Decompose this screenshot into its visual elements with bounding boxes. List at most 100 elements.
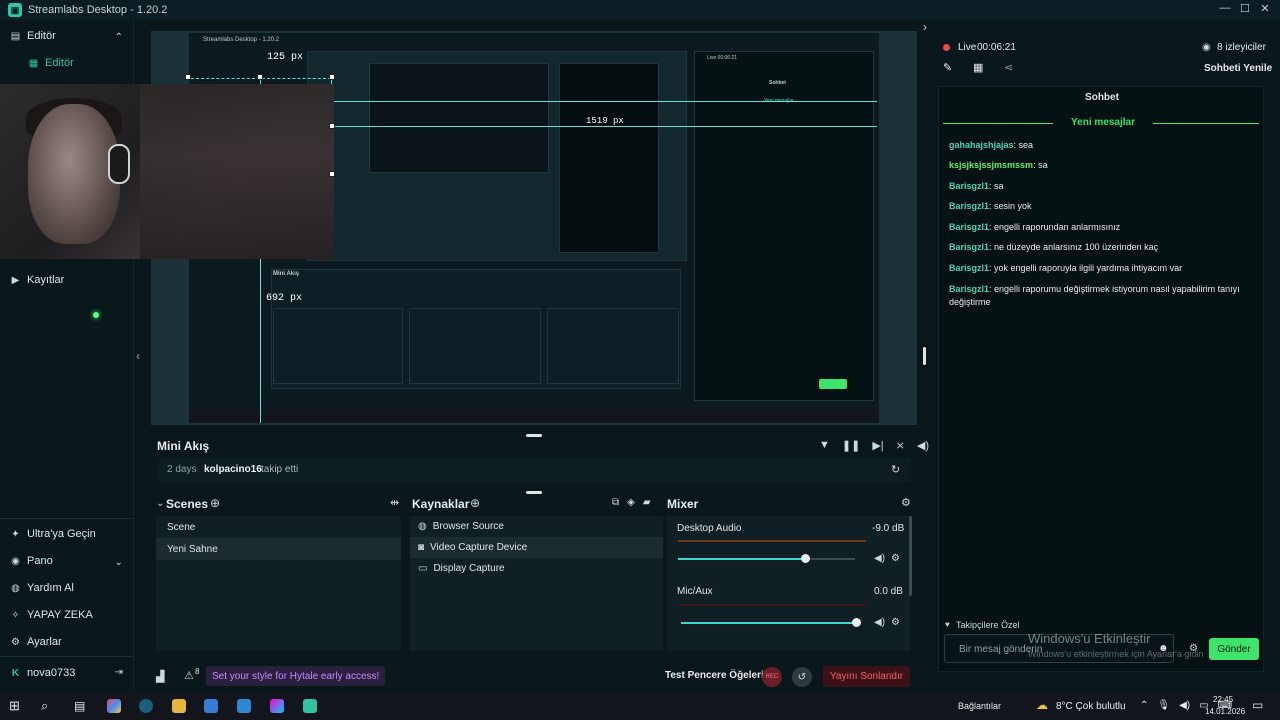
volume-slider-knob[interactable]	[801, 554, 811, 563]
chat-username[interactable]: Barisgzl1	[949, 263, 989, 273]
add-source-icon[interactable]: ⊕	[470, 496, 480, 510]
alert-icon[interactable]: ⚠	[184, 669, 194, 682]
send-button[interactable]: Gönder	[1209, 638, 1259, 660]
app-icon[interactable]	[270, 699, 284, 713]
mixer-gear-icon[interactable]: ⚙	[901, 496, 911, 509]
nav-help[interactable]: ◍ Yardım Al	[10, 582, 74, 594]
test-widgets-label[interactable]: Test Pencere Öğeleri	[665, 670, 764, 681]
chat-username[interactable]: Barisgzl1	[949, 181, 989, 191]
source-item[interactable]: ▭ Display Capture	[410, 558, 663, 579]
close-button[interactable]: ✕	[1255, 2, 1275, 15]
resize-handle-tl[interactable]	[185, 74, 191, 80]
mixer-channel-db: 0.0 dB	[874, 586, 903, 597]
chevron-up-icon[interactable]: ⌃	[115, 32, 123, 43]
end-stream-button[interactable]: Yayını Sonlandır	[823, 666, 910, 687]
task-view-icon[interactable]: ▤	[74, 699, 85, 713]
collapse-right-icon[interactable]: ›	[923, 20, 927, 34]
search-icon[interactable]: ⌕	[41, 698, 48, 714]
collapse-icon[interactable]: ⌄	[156, 498, 164, 509]
source-item[interactable]: ◍ Browser Source	[410, 516, 663, 537]
edge-icon[interactable]	[139, 699, 153, 713]
chat-message: Barisgzl1: sesin yok	[949, 200, 1255, 213]
resize-handle[interactable]	[923, 347, 926, 365]
chat-username[interactable]: Barisgzl1	[949, 201, 989, 211]
store-icon[interactable]	[204, 699, 218, 713]
scene-transition-icon[interactable]: ⇹	[390, 496, 399, 509]
resize-handle-tr[interactable]	[329, 74, 335, 80]
folder-icon[interactable]: ▰	[643, 497, 651, 508]
mixer-channel-db: -9.0 dB	[872, 523, 905, 534]
volume-slider-knob[interactable]	[852, 618, 861, 627]
microphone-icon[interactable]: 🎙	[1157, 700, 1170, 711]
clock-date[interactable]: 14.01.2026	[1205, 707, 1245, 716]
stats-icon[interactable]: ▟	[156, 670, 164, 683]
nav-user[interactable]: K nova0733	[10, 667, 75, 679]
resize-handle-mr[interactable]	[329, 123, 335, 129]
scene-item-selected[interactable]: Yeni Sahne	[156, 538, 401, 560]
copilot-icon[interactable]	[107, 699, 121, 713]
nav-editor-section[interactable]: ▤ Editör	[10, 30, 56, 42]
nav-editor-item[interactable]: ▦ Editör	[28, 57, 74, 69]
chat-username[interactable]: Barisgzl1	[949, 284, 989, 294]
speaker-icon[interactable]: ◀)	[1179, 700, 1190, 711]
speaker-icon[interactable]: ◀)	[874, 617, 885, 628]
clips-icon[interactable]: ▦	[973, 61, 983, 74]
tray-chevron-icon[interactable]: ⌃	[1140, 700, 1148, 711]
nav-settings[interactable]: ⚙ Ayarlar	[10, 636, 62, 648]
webcam-feed[interactable]	[0, 84, 334, 318]
promo-banner[interactable]: Set your style for Hytale early access!	[206, 666, 386, 686]
mute-icon[interactable]: ⨯	[896, 439, 905, 452]
volume-slider[interactable]	[678, 554, 855, 563]
resize-handle-br[interactable]	[329, 171, 335, 177]
scene-editor-icon: ▦	[28, 57, 39, 69]
share-icon[interactable]: ⋖	[1004, 61, 1013, 74]
windows-start-icon[interactable]: ⊞	[9, 698, 20, 714]
nav-dashboard[interactable]: ◉ Pano	[10, 555, 53, 567]
filter-icon[interactable]: ▼	[819, 439, 830, 452]
filter-icon[interactable]: ◈	[627, 497, 635, 508]
speaker-icon[interactable]: ◀)	[874, 553, 885, 564]
volume-icon[interactable]: ◀)	[917, 439, 929, 452]
chat-message: Barisgzl1: yok engelli raporuyla ilgili …	[949, 262, 1255, 275]
add-scene-icon[interactable]: ⊕	[210, 496, 220, 510]
channel-gear-icon[interactable]: ⚙	[891, 617, 900, 628]
alignment-guide	[331, 126, 877, 127]
replay-buffer-icon[interactable]: ↺	[792, 667, 812, 687]
scene-item[interactable]: Scene	[156, 516, 401, 538]
repeat-icon[interactable]: ↻	[891, 463, 900, 476]
minimize-button[interactable]: —	[1215, 2, 1235, 14]
chat-username[interactable]: gahahajshjajas	[949, 140, 1014, 150]
record-button[interactable]: REC	[762, 667, 782, 687]
chat-username[interactable]: ksjsjksjssjmsmssm	[949, 160, 1033, 170]
connections-label[interactable]: Bağlantılar	[958, 701, 1001, 711]
collapse-left-icon[interactable]: ‹	[136, 349, 140, 363]
chat-username[interactable]: Barisgzl1	[949, 242, 989, 252]
weather-label[interactable]: 8°C Çok bulutlu	[1056, 701, 1126, 712]
pause-icon[interactable]: ❚❚	[842, 439, 860, 452]
add-group-icon[interactable]: ⧉	[612, 497, 619, 508]
skip-icon[interactable]: ▶|	[872, 439, 883, 452]
chat-message: Barisgzl1: engelli raporumu değiştirmek …	[949, 283, 1255, 309]
chat-username[interactable]: Barisgzl1	[949, 222, 989, 232]
refresh-chat-button[interactable]: Sohbeti Yenile	[1204, 63, 1272, 74]
mail-icon[interactable]	[237, 699, 251, 713]
edit-stream-icon[interactable]: ✎	[943, 61, 952, 74]
channel-gear-icon[interactable]: ⚙	[891, 553, 900, 564]
chevron-down-icon[interactable]: ⌄	[115, 557, 123, 568]
clock-time[interactable]: 22:45	[1213, 695, 1233, 704]
source-item-selected[interactable]: ◙ Video Capture Device	[410, 537, 663, 558]
nav-ai[interactable]: ✧ YAPAY ZEKA	[10, 609, 93, 621]
notifications-icon[interactable]: ▭	[1252, 698, 1263, 712]
divider	[1153, 123, 1259, 124]
file-explorer-icon[interactable]	[172, 699, 186, 713]
mixer-channels: Desktop Audio -9.0 dB ◀) ⚙ Mic/Aux 0.0 d…	[667, 516, 912, 651]
title-bar: ▣ Streamlabs Desktop - 1.20.2 — ☐ ✕	[0, 0, 1280, 20]
resize-handle-tc[interactable]	[257, 74, 263, 80]
mixer-scrollbar[interactable]	[909, 516, 912, 596]
nav-recordings[interactable]: ▶ Kayıtlar	[10, 274, 65, 286]
nav-ultra[interactable]: ✦ Ultra'ya Geçin	[10, 528, 95, 540]
volume-slider[interactable]	[681, 618, 861, 627]
maximize-button[interactable]: ☐	[1235, 2, 1255, 15]
logout-icon[interactable]: ⇥	[115, 667, 123, 678]
streamlabs-taskbar-icon[interactable]	[303, 699, 317, 713]
